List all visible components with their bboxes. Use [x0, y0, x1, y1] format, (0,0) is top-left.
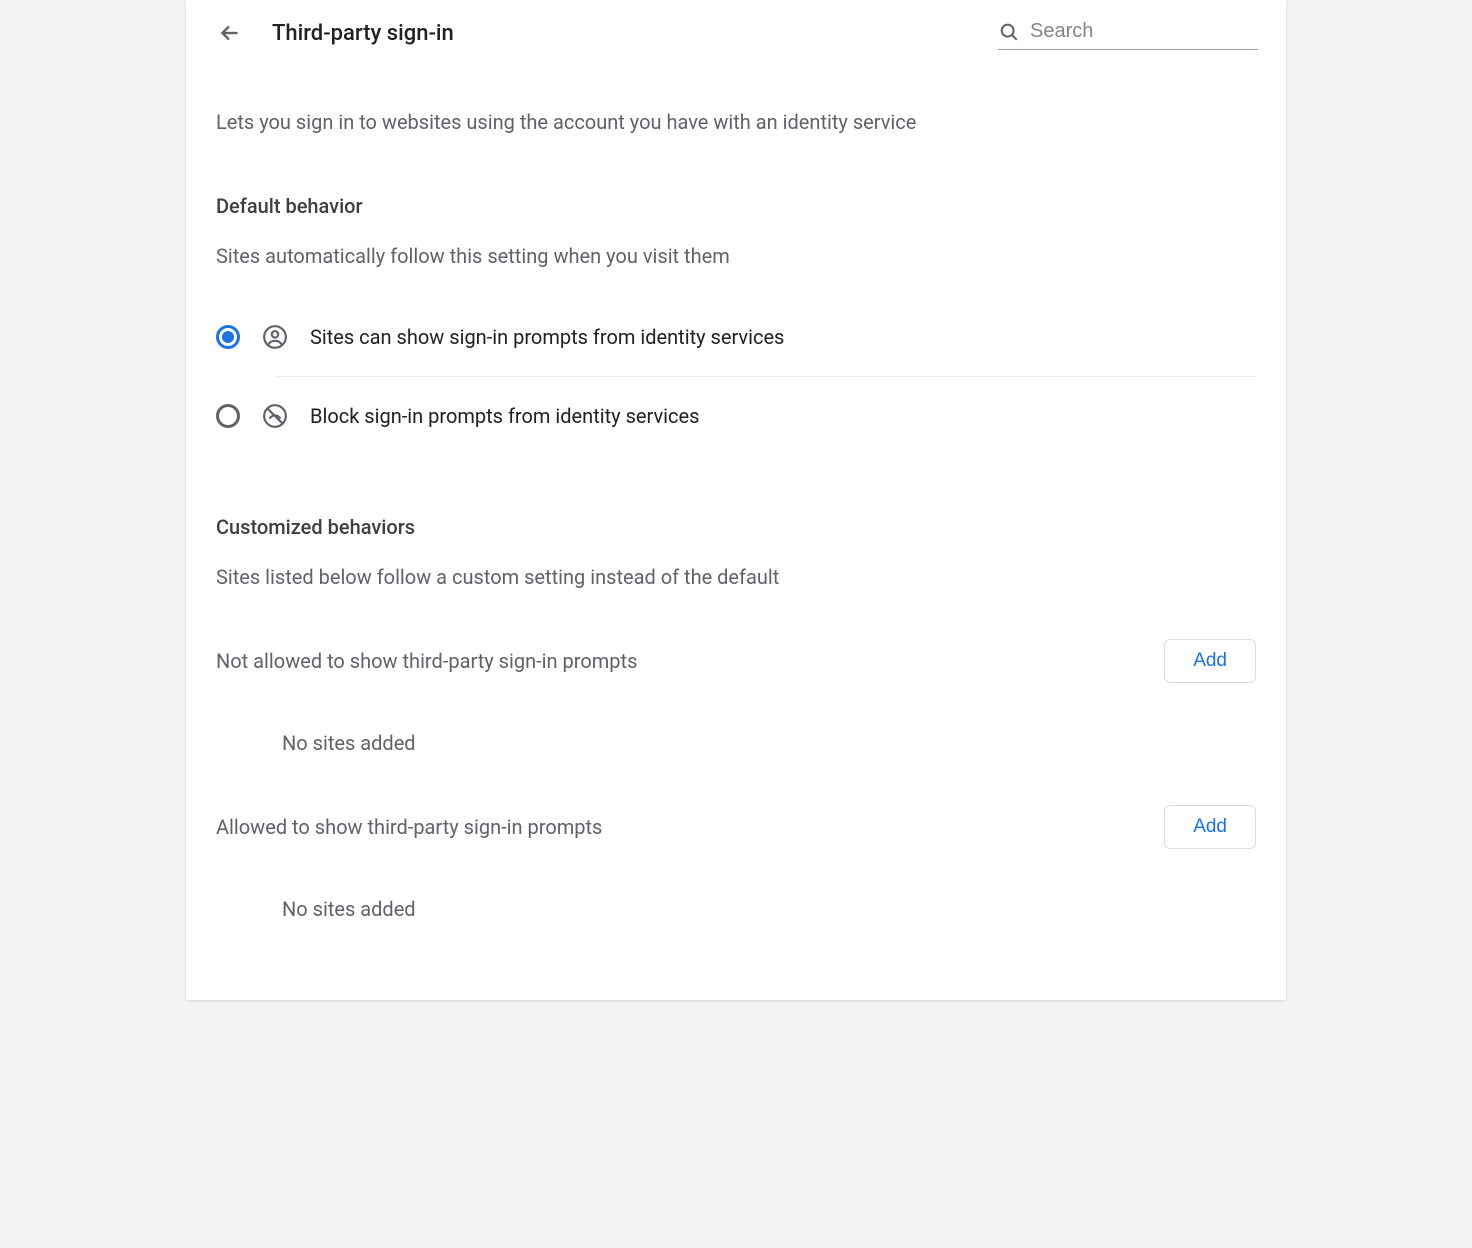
section-title-default: Default behavior: [216, 194, 1256, 218]
radio-label-allow: Sites can show sign-in prompts from iden…: [310, 325, 784, 349]
section-subtitle-custom: Sites listed below follow a custom setti…: [216, 565, 1256, 589]
add-button-not-allowed[interactable]: Add: [1164, 639, 1256, 683]
page-title: Third-party sign-in: [272, 21, 970, 46]
behavior-row-not-allowed: Not allowed to show third-party sign-in …: [216, 639, 1256, 683]
search-input[interactable]: [1030, 20, 1295, 43]
radio-group-default: Sites can show sign-in prompts from iden…: [216, 298, 1256, 455]
header: Third-party sign-in: [186, 0, 1286, 70]
back-button[interactable]: [216, 19, 244, 47]
radio-inner: [222, 331, 234, 343]
radio-option-block[interactable]: Block sign-in prompts from identity serv…: [216, 377, 1256, 455]
block-icon: [262, 403, 288, 429]
search-container[interactable]: [998, 16, 1258, 50]
radio-label-block: Block sign-in prompts from identity serv…: [310, 404, 699, 428]
radio-button-allow[interactable]: [216, 325, 240, 349]
content: Lets you sign in to websites using the a…: [186, 70, 1286, 961]
radio-button-block[interactable]: [216, 404, 240, 428]
not-allowed-empty: No sites added: [282, 731, 1256, 755]
section-title-custom: Customized behaviors: [216, 515, 1256, 539]
page-description: Lets you sign in to websites using the a…: [216, 110, 1256, 134]
add-button-allowed[interactable]: Add: [1164, 805, 1256, 849]
allowed-empty: No sites added: [282, 897, 1256, 921]
behavior-row-allowed: Allowed to show third-party sign-in prom…: [216, 805, 1256, 849]
arrow-left-icon: [217, 20, 243, 46]
person-circle-icon: [262, 324, 288, 350]
allowed-label: Allowed to show third-party sign-in prom…: [216, 815, 602, 839]
radio-option-allow[interactable]: Sites can show sign-in prompts from iden…: [216, 298, 1256, 376]
not-allowed-label: Not allowed to show third-party sign-in …: [216, 649, 637, 673]
search-icon: [998, 21, 1020, 43]
section-subtitle-default: Sites automatically follow this setting …: [216, 244, 1256, 268]
settings-panel: Third-party sign-in Lets you sign in to …: [186, 0, 1286, 1000]
